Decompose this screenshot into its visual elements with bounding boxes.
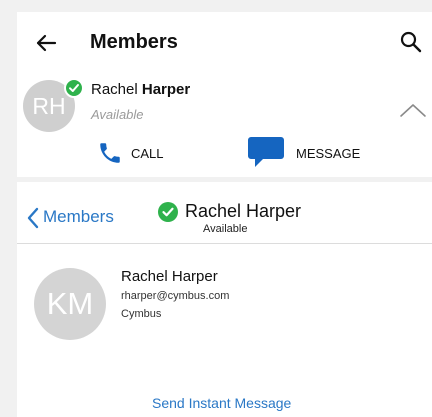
members-panel: Members RH Rachel Harper Available CALL … bbox=[17, 12, 432, 177]
chat-bubble-icon bbox=[248, 137, 284, 167]
call-label: CALL bbox=[131, 146, 164, 161]
contact-name: Rachel Harper bbox=[121, 268, 218, 285]
search-icon[interactable] bbox=[399, 30, 423, 54]
phone-icon bbox=[100, 143, 120, 163]
check-circle-icon bbox=[158, 202, 178, 222]
contact-status: Available bbox=[91, 107, 144, 122]
nav-bar: Members Rachel Harper Available bbox=[17, 182, 432, 244]
contact-first-name: Rachel bbox=[91, 81, 138, 98]
chevron-left-icon bbox=[27, 207, 39, 229]
page-title: Members bbox=[90, 31, 178, 53]
back-label: Members bbox=[43, 207, 114, 226]
chevron-up-icon[interactable] bbox=[399, 102, 427, 118]
contact-detail-panel: Members Rachel Harper Available KM Rache… bbox=[17, 182, 432, 417]
contact-email[interactable]: rharper@cymbus.com bbox=[121, 290, 229, 302]
arrow-left-icon[interactable] bbox=[35, 32, 57, 54]
check-circle-icon bbox=[64, 78, 84, 98]
contact-last-name: Harper bbox=[141, 81, 191, 98]
contact-organization: Cymbus bbox=[121, 308, 162, 320]
avatar: KM bbox=[34, 268, 106, 340]
nav-contact-status: Available bbox=[203, 223, 248, 235]
nav-contact-name: Rachel Harper bbox=[185, 201, 302, 221]
message-label: MESSAGE bbox=[296, 146, 361, 161]
contact-name[interactable]: Rachel Harper bbox=[91, 81, 190, 98]
send-instant-message-link[interactable]: Send Instant Message bbox=[152, 395, 291, 411]
